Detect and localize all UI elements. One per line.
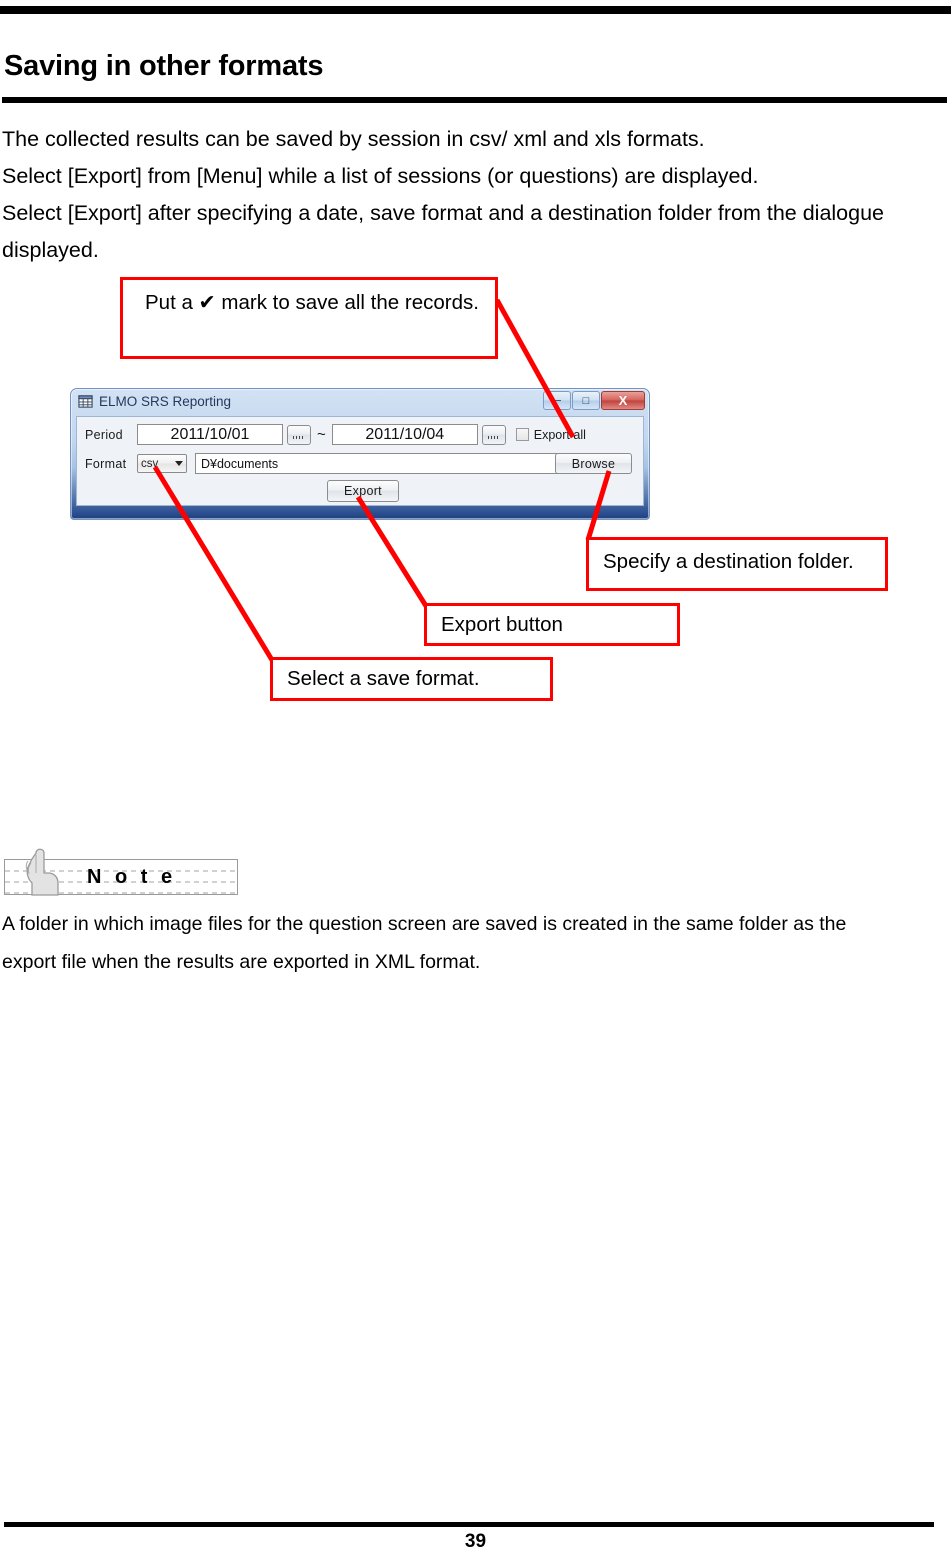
note-body: A folder in which image files for the qu… bbox=[2, 905, 947, 981]
export-all-label: Export all bbox=[533, 427, 586, 442]
period-row: Period 2011/10/01 ~ 2011/10/04 Export al… bbox=[85, 424, 586, 445]
elmo-srs-reporting-dialog: ELMO SRS Reporting ─ □ X Period 2011/10/… bbox=[70, 388, 650, 520]
maximize-button[interactable]: □ bbox=[572, 391, 600, 410]
heading-underline bbox=[2, 97, 947, 103]
callout-destination-text: Specify a destination folder. bbox=[603, 550, 854, 573]
note-line-2: export file when the results are exporte… bbox=[2, 951, 481, 973]
dialog-body: Period 2011/10/01 ~ 2011/10/04 Export al… bbox=[76, 416, 644, 506]
period-start-input[interactable]: 2011/10/01 bbox=[137, 424, 283, 445]
format-select-value: csv bbox=[141, 457, 159, 470]
note-label: N o t e bbox=[87, 866, 177, 888]
callout-save-format: Select a save format. bbox=[270, 657, 553, 701]
intro-line-4: displayed. bbox=[2, 238, 99, 262]
period-separator: ~ bbox=[317, 426, 326, 443]
format-row: Format csv D¥documents bbox=[85, 453, 562, 474]
calendar-dots-icon bbox=[293, 435, 305, 439]
grid-window-icon bbox=[78, 394, 93, 408]
callout-export-button: Export button bbox=[424, 603, 680, 646]
intro-line-2: Select [Export] from [Menu] while a list… bbox=[2, 164, 759, 188]
format-label: Format bbox=[85, 456, 127, 471]
callout-export-button-text: Export button bbox=[441, 613, 563, 636]
dialog-titlebar[interactable]: ELMO SRS Reporting ─ □ X bbox=[71, 389, 649, 413]
browse-button[interactable]: Browse bbox=[555, 453, 632, 474]
callout-destination-folder: Specify a destination folder. bbox=[586, 537, 888, 591]
format-select[interactable]: csv bbox=[137, 454, 187, 473]
pointing-hand-icon bbox=[25, 848, 59, 896]
chevron-down-icon bbox=[175, 461, 183, 466]
note-line-1: A folder in which image files for the qu… bbox=[2, 913, 847, 935]
intro-paragraph: The collected results can be saved by se… bbox=[2, 121, 947, 269]
callout-save-format-text: Select a save format. bbox=[287, 667, 480, 690]
dialog-title: ELMO SRS Reporting bbox=[99, 393, 232, 409]
calendar-dots-icon bbox=[487, 435, 500, 439]
page-bottom-rule bbox=[4, 1522, 934, 1527]
period-label: Period bbox=[85, 427, 123, 442]
minimize-button[interactable]: ─ bbox=[543, 391, 571, 410]
export-all-checkbox[interactable] bbox=[515, 428, 529, 441]
callout-export-all: Put a ✔ mark to save all the records. bbox=[120, 277, 498, 359]
export-button[interactable]: Export bbox=[327, 480, 399, 502]
close-button[interactable]: X bbox=[601, 391, 645, 410]
destination-path-input[interactable]: D¥documents bbox=[195, 453, 562, 474]
intro-line-3: Select [Export] after specifying a date,… bbox=[2, 201, 885, 225]
period-start-picker-button[interactable] bbox=[287, 424, 311, 445]
page-top-rule bbox=[0, 6, 951, 14]
callout-export-all-text: Put a ✔ mark to save all the records. bbox=[145, 291, 479, 314]
export-all-checkbox-group[interactable]: Export all bbox=[515, 427, 586, 442]
page-number: 39 bbox=[464, 1531, 487, 1552]
intro-line-1: The collected results can be saved by se… bbox=[2, 127, 705, 151]
page-title: Saving in other formats bbox=[4, 50, 324, 82]
period-end-input[interactable]: 2011/10/04 bbox=[331, 424, 478, 445]
window-controls: ─ □ X bbox=[543, 391, 645, 410]
period-end-picker-button[interactable] bbox=[481, 424, 506, 445]
